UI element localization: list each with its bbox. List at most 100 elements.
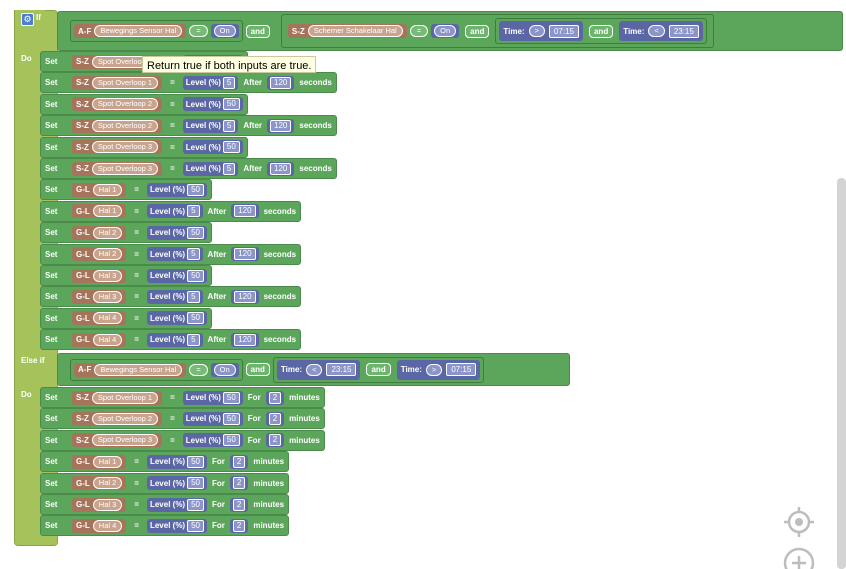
device-block[interactable]: S-Z Spot Overloop 2 xyxy=(72,411,163,426)
time-value[interactable]: 23:15 xyxy=(326,363,357,376)
device-dropdown[interactable]: Hal 1 xyxy=(92,183,123,196)
device-dropdown[interactable]: Hal 3 xyxy=(92,290,123,303)
level-block[interactable]: Level (%) 5 xyxy=(146,247,203,262)
duration-block[interactable]: 2 xyxy=(265,390,285,405)
time-block-1[interactable]: Time: > 07:15 xyxy=(499,21,583,41)
device-block[interactable]: G-L Hal 3 xyxy=(72,497,127,512)
level-value[interactable]: 50 xyxy=(222,391,240,404)
time-operator-dropdown[interactable]: > xyxy=(425,363,443,376)
level-block[interactable]: Level (%) 5 xyxy=(182,118,239,133)
and-dropdown[interactable]: and xyxy=(366,363,391,376)
set-block[interactable]: Set G-L Hal 4 = Level (%) 5 After 120 seconds xyxy=(40,329,302,351)
operator-dropdown[interactable]: = xyxy=(189,363,208,376)
compare-block-motion[interactable]: A-F Bewegings Sensor Hal = On xyxy=(70,20,243,42)
delay-block[interactable]: 120 xyxy=(267,75,295,90)
value-dropdown[interactable]: On xyxy=(434,25,457,37)
set-block[interactable]: Set G-L Hal 3 = Level (%) 50 xyxy=(40,265,212,286)
level-value[interactable]: 50 xyxy=(187,477,204,490)
set-block[interactable]: Set S-Z Spot Overloop 1 = Level (%) 50 For 2 min… xyxy=(40,387,325,408)
device-dropdown[interactable]: Spot Overloop 2 xyxy=(91,412,159,425)
set-block[interactable]: Set G-L Hal 1 = Level (%) 5 After 120 seconds xyxy=(40,200,302,222)
duration-value[interactable]: 2 xyxy=(232,455,246,468)
and-dropdown[interactable]: and xyxy=(245,24,270,38)
device-dropdown[interactable]: Hal 1 xyxy=(92,205,123,218)
level-block[interactable]: Level (%) 5 xyxy=(182,161,239,176)
device-block[interactable]: G-L Hal 1 xyxy=(72,182,127,197)
value-dropdown[interactable]: On xyxy=(213,25,236,37)
device-dropdown[interactable]: Spot Overloop 1 xyxy=(91,391,159,404)
level-block[interactable]: Level (%)50 xyxy=(146,454,207,469)
device-block-switch[interactable]: S-Z Schemer Schakelaar Hal xyxy=(287,24,407,38)
level-value[interactable]: 50 xyxy=(222,412,240,425)
device-dropdown[interactable]: Hal 3 xyxy=(92,269,123,282)
time-value[interactable]: 07:15 xyxy=(548,24,579,38)
set-block[interactable]: Set S-Z Spot Overloop 2 = Level (%) 50 For 2 min… xyxy=(40,408,325,430)
delay-block[interactable]: 120 xyxy=(231,204,259,219)
device-block[interactable]: S-Z Spot Overloop 2 xyxy=(72,118,163,133)
device-block[interactable]: S-Z Spot Overloop 2 xyxy=(72,97,163,112)
delay-block[interactable]: 120 xyxy=(231,247,259,262)
level-block[interactable]: Level (%)50 xyxy=(146,497,207,512)
level-value[interactable]: 5 xyxy=(187,205,200,218)
device-dropdown[interactable]: Hal 2 xyxy=(92,226,123,239)
level-block[interactable]: Level (%)50 xyxy=(146,518,207,533)
nested-and-block[interactable]: S-Z Schemer Schakelaar Hal = On and Time… xyxy=(280,14,714,48)
device-block[interactable]: G-L Hal 2 xyxy=(72,225,127,240)
recenter-icon[interactable] xyxy=(783,506,815,538)
level-value[interactable]: 50 xyxy=(187,183,204,196)
level-block[interactable]: Level (%)50 xyxy=(182,411,243,426)
vertical-scrollbar[interactable] xyxy=(837,178,846,569)
operator-dropdown[interactable]: = xyxy=(409,25,429,37)
level-value[interactable]: 5 xyxy=(187,333,200,346)
set-block[interactable]: Set G-L Hal 1 = Level (%) 50 xyxy=(40,179,212,201)
level-block[interactable]: Level (%) 5 xyxy=(146,204,203,219)
time-and-block[interactable]: Time: > 07:15 and Time: < 23:15 xyxy=(495,18,707,44)
set-block[interactable]: Set G-L Hal 2 = Level (%) 5 After 120 seconds xyxy=(40,243,302,265)
delay-value[interactable]: 120 xyxy=(234,205,256,218)
device-dropdown[interactable]: Spot Overloop 1 xyxy=(91,76,159,89)
duration-block[interactable]: 2 xyxy=(265,433,285,448)
delay-value[interactable]: 120 xyxy=(270,162,292,175)
set-block[interactable]: Set S-Z Spot Overloop 3 = Level (%) 50 xyxy=(40,136,248,158)
set-block[interactable]: Set G-L Hal 3 = Level (%) 50 For 2 minutes xyxy=(40,494,290,515)
device-dropdown[interactable]: Hal 2 xyxy=(92,477,123,490)
time-operator-dropdown[interactable]: > xyxy=(528,25,545,37)
device-dropdown[interactable]: Hal 4 xyxy=(92,519,123,532)
time-operator-dropdown[interactable]: < xyxy=(306,363,323,376)
duration-value[interactable]: 2 xyxy=(232,498,246,511)
level-block[interactable]: Level (%)50 xyxy=(146,311,207,326)
set-block[interactable]: Set G-L Hal 4 = Level (%) 50 xyxy=(40,307,212,329)
elseif-condition-and[interactable]: A-F Bewegings Sensor Hal = On and Time: … xyxy=(57,353,570,386)
device-block[interactable]: G-L Hal 4 xyxy=(72,518,127,533)
device-block[interactable]: G-L Hal 3 xyxy=(72,268,127,283)
delay-block[interactable]: 120 xyxy=(231,332,259,347)
set-block[interactable]: Set G-L Hal 2 = Level (%) 50 For 2 minutes xyxy=(40,472,290,494)
device-block[interactable]: S-Z Spot Overloop 3 xyxy=(72,161,163,176)
set-block[interactable]: Set S-Z Spot Overloop 3 = Level (%) 50 For 2 min… xyxy=(40,429,325,451)
duration-block[interactable]: 2 xyxy=(265,411,285,426)
set-block[interactable]: Set G-L Hal 3 = Level (%) 5 After 120 seconds xyxy=(40,286,302,308)
duration-block[interactable]: 2 xyxy=(229,497,249,512)
level-block[interactable]: Level (%) 5 xyxy=(146,332,203,347)
time-and-block[interactable]: Time: < 23:15 and Time: > 07:15 xyxy=(272,356,485,383)
duration-value[interactable]: 2 xyxy=(268,412,282,425)
device-block[interactable]: G-L Hal 1 xyxy=(72,454,127,469)
level-value[interactable]: 50 xyxy=(187,312,204,325)
and-dropdown[interactable]: and xyxy=(245,363,270,376)
level-value[interactable]: 5 xyxy=(187,290,200,303)
level-block[interactable]: Level (%) 5 xyxy=(182,75,239,90)
level-block[interactable]: Level (%) 5 xyxy=(146,289,203,304)
level-block[interactable]: Level (%)50 xyxy=(182,390,243,405)
value-block[interactable]: On xyxy=(210,24,239,38)
and-dropdown[interactable]: and xyxy=(588,24,614,38)
level-block[interactable]: Level (%)50 xyxy=(146,182,207,197)
set-block[interactable]: Set G-L Hal 4 = Level (%) 50 For 2 minutes xyxy=(40,515,290,537)
level-value[interactable]: 50 xyxy=(222,98,240,111)
device-dropdown[interactable]: Bewegings Sensor Hal xyxy=(94,25,183,37)
device-block[interactable]: S-Z Spot Overloop 1 xyxy=(72,390,163,405)
delay-block[interactable]: 120 xyxy=(231,289,259,304)
level-value[interactable]: 5 xyxy=(187,248,200,261)
time-block-1[interactable]: Time: < 23:15 xyxy=(276,359,361,380)
duration-value[interactable]: 2 xyxy=(232,519,246,532)
device-dropdown[interactable]: Bewegings Sensor Hal xyxy=(94,363,183,376)
